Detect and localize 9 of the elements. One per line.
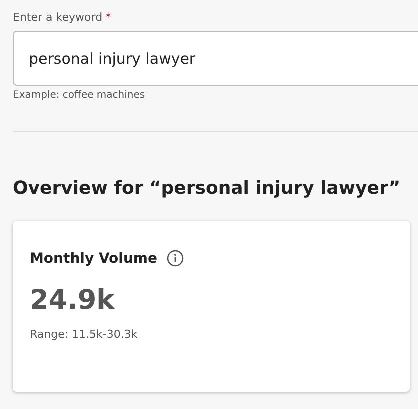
overview-heading: Overview for “personal injury lawyer” (13, 178, 402, 199)
field-label: Enter a keyword (13, 11, 103, 24)
field-hint: Example: coffee machines (13, 90, 146, 101)
info-icon[interactable] (166, 250, 184, 267)
card-title: Monthly Volume (30, 250, 158, 266)
volume-value: 24.9k (30, 285, 116, 316)
volume-range: Range: 11.5k-30.3k (30, 328, 139, 341)
keyword-input[interactable]: personal injury lawyer (13, 31, 418, 86)
required-mark: * (106, 11, 112, 24)
